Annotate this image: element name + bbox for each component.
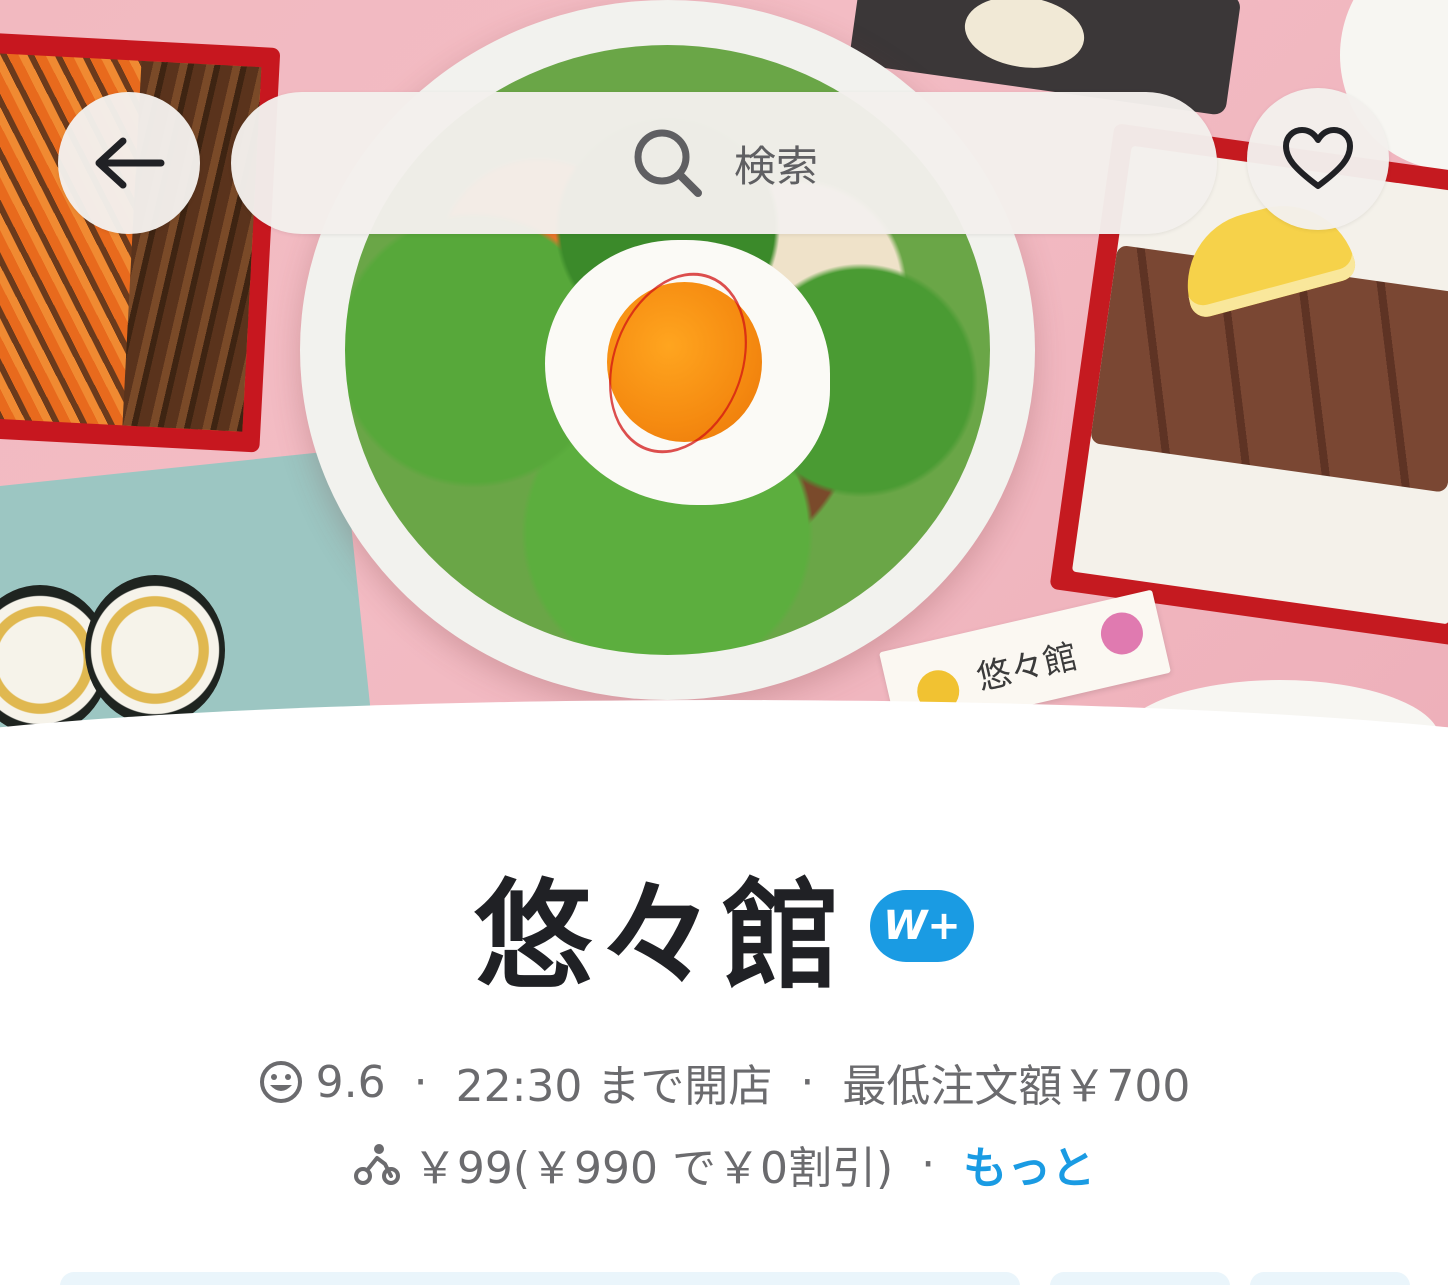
rating-value: 9.6 xyxy=(315,1056,386,1108)
heart-icon xyxy=(1283,127,1353,189)
store-meta-row: 9.6 · 22:30 まで開店 · 最低注文額￥700 xyxy=(0,1050,1448,1114)
label-card-text: 悠々館 xyxy=(973,636,1082,699)
info-chip[interactable] xyxy=(60,1272,1020,1285)
store-title-row: 悠々館 W+ xyxy=(0,840,1448,1011)
separator: · xyxy=(921,1138,936,1190)
scooter-icon xyxy=(353,1142,401,1186)
arrow-left-icon xyxy=(95,137,165,189)
separator: · xyxy=(800,1056,815,1108)
favorite-button[interactable] xyxy=(1247,88,1389,230)
more-link[interactable]: もっと xyxy=(963,1132,1095,1196)
mascot-icon xyxy=(1096,608,1148,659)
kimbap-piece xyxy=(85,575,225,725)
info-chip[interactable] xyxy=(1250,1272,1410,1285)
delivery-meta-row: ￥99(￥990 で￥0割引) · もっと xyxy=(0,1132,1448,1196)
delivery-fee: ￥99(￥990 で￥0割引) xyxy=(412,1143,894,1194)
wolt-plus-badge[interactable]: W+ xyxy=(870,889,974,962)
opening-hours: 22:30 まで開店 xyxy=(455,1061,773,1112)
search-icon xyxy=(634,129,702,197)
smiley-icon xyxy=(258,1059,304,1105)
store-name: 悠々館 xyxy=(473,867,846,1005)
search-placeholder: 検索 xyxy=(733,141,818,191)
search-bar[interactable]: 検索 xyxy=(231,92,1217,234)
back-button[interactable] xyxy=(58,92,200,234)
store-page: 悠々館 検索 悠々館 W+ 9.6 · 22:30 まで開店 · 最低注文額￥7… xyxy=(0,0,1448,1285)
minimum-order: 最低注文額￥700 xyxy=(842,1061,1191,1112)
info-chip[interactable] xyxy=(1050,1272,1230,1285)
separator: · xyxy=(413,1056,428,1108)
